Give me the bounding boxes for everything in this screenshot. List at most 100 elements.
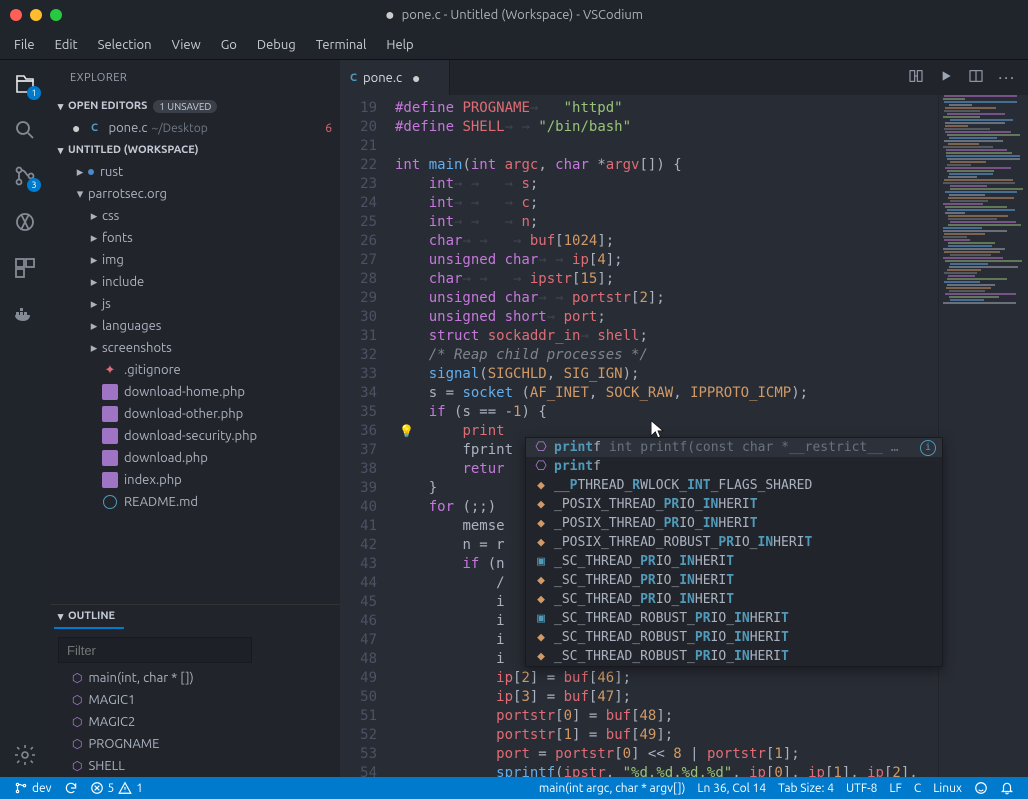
code-line[interactable]: char→ → → ipstr[15]; [395,270,1028,289]
menu-debug[interactable]: Debug [247,34,306,56]
outline-filter-input[interactable] [58,637,252,663]
tree-file--gitignore[interactable]: ✦.gitignore [50,359,340,381]
outline-item[interactable]: ⬡MAGIC2 [50,711,340,733]
code-line[interactable]: int→ → → s; [395,175,1028,194]
status-signature[interactable]: main(int argc, char * argv[]) [533,782,691,795]
suggest-item[interactable]: ◆_POSIX_THREAD_ROBUST_PRIO_INHERIT [526,533,942,552]
status-os[interactable]: Linux [927,782,968,795]
code-line[interactable]: #define PROGNAME→ "httpd" [395,99,1028,118]
suggest-item[interactable]: ⎔printfint printf(const char *__restrict… [526,438,942,457]
code-line[interactable]: port = portstr[0] << 8 | portstr[1]; [395,745,1028,764]
tree-folder-fonts[interactable]: ▸fonts [50,227,340,249]
minimap[interactable] [938,95,1028,777]
code-line[interactable]: #define SHELL→ → "/bin/bash" [395,118,1028,137]
status-indent[interactable]: Tab Size: 4 [772,782,840,795]
tree-folder-rust[interactable]: ▸rust [50,161,340,183]
minimize-window-button[interactable] [30,9,42,21]
status-cursor[interactable]: Ln 36, Col 14 [691,782,772,795]
code-line[interactable]: ip[2] = buf[46]; [395,669,1028,688]
outline-item[interactable]: ⬡SHELL [50,755,340,777]
status-language[interactable]: C [908,782,927,795]
tree-folder-parrotsec-org[interactable]: ▾parrotsec.org [50,183,340,205]
code-line[interactable]: s = socket (AF_INET, SOCK_RAW, IPPROTO_I… [395,384,1028,403]
run-icon[interactable] [938,68,954,87]
suggest-item[interactable]: ◆_POSIX_THREAD_PRIO_INHERIT [526,514,942,533]
close-window-button[interactable] [10,9,22,21]
debug-activity-icon[interactable] [11,208,39,236]
code-line[interactable]: char→ → → buf[1024]; [395,232,1028,251]
menu-selection[interactable]: Selection [88,34,162,56]
suggest-widget[interactable]: ⎔printfint printf(const char *__restrict… [525,437,943,667]
code-line[interactable]: /* Reap child processes */ [395,346,1028,365]
tree-file-download-php[interactable]: download.php [50,447,340,469]
status-encoding[interactable]: UTF-8 [840,782,883,795]
tree-folder-js[interactable]: ▸js [50,293,340,315]
docker-activity-icon[interactable] [11,300,39,328]
suggest-item[interactable]: ◆__PTHREAD_RWLOCK_INT_FLAGS_SHARED [526,476,942,495]
status-sync[interactable] [58,781,84,795]
code-line[interactable]: int main(int argc, char *argv[]) { [395,156,1028,175]
suggest-item[interactable]: ◆_SC_THREAD_PRIO_INHERIT [526,590,942,609]
status-problems[interactable]: 5 1 [84,781,150,795]
code-line[interactable]: ip[3] = buf[47]; [395,688,1028,707]
tree-folder-css[interactable]: ▸css [50,205,340,227]
code-line[interactable]: unsigned short→ port; [395,308,1028,327]
code-content[interactable]: #define PROGNAME→ "httpd"#define SHELL→ … [395,95,1028,777]
outline-header[interactable]: ▾ OUTLINE [50,605,340,627]
outline-item[interactable]: ⬡PROGNAME [50,733,340,755]
open-editor-item[interactable]: ●Cpone.c~/Desktop6 [50,117,340,139]
tree-file-readme-md[interactable]: README.md [50,491,340,513]
workspace-header[interactable]: ▾ UNTITLED (WORKSPACE) [50,139,340,161]
compare-icon[interactable] [908,68,924,87]
suggest-item[interactable]: ◆_SC_THREAD_ROBUST_PRIO_INHERIT [526,628,942,647]
code-line[interactable]: sprintf(ipstr, "%d.%d.%d.%d", ip[0], ip[… [395,764,1028,777]
search-activity-icon[interactable] [11,116,39,144]
menu-view[interactable]: View [162,34,211,56]
status-bell-icon[interactable] [994,781,1020,795]
suggest-item[interactable]: ◆_POSIX_THREAD_PRIO_INHERIT [526,495,942,514]
scm-activity-icon[interactable]: 3 [11,162,39,190]
status-feedback-icon[interactable] [968,781,994,795]
menu-help[interactable]: Help [376,34,423,56]
suggest-item[interactable]: ▣_SC_THREAD_PRIO_INHERIT [526,552,942,571]
tree-folder-screenshots[interactable]: ▸screenshots [50,337,340,359]
tree-file-index-php[interactable]: index.php [50,469,340,491]
tree-file-download-other-php[interactable]: download-other.php [50,403,340,425]
tree-folder-img[interactable]: ▸img [50,249,340,271]
code-line[interactable] [395,137,1028,156]
suggest-item[interactable]: ▣_SC_THREAD_ROBUST_PRIO_INHERIT [526,609,942,628]
code-line[interactable]: struct sockaddr_in→ shell; [395,327,1028,346]
menu-terminal[interactable]: Terminal [306,34,377,56]
code-line[interactable]: portstr[0] = buf[48]; [395,707,1028,726]
maximize-window-button[interactable] [50,9,62,21]
tree-file-download-security-php[interactable]: download-security.php [50,425,340,447]
code-line[interactable]: if (s == -1) { [395,403,1028,422]
suggest-item[interactable]: ◆_SC_THREAD_PRIO_INHERIT [526,571,942,590]
suggest-item[interactable]: ⎔printf [526,457,942,476]
tree-file-download-home-php[interactable]: download-home.php [50,381,340,403]
menu-file[interactable]: File [4,34,45,56]
settings-gear-icon[interactable] [11,741,39,769]
code-line[interactable]: unsigned char→ → ip[4]; [395,251,1028,270]
lightbulb-icon[interactable]: 💡 [399,422,414,441]
menu-go[interactable]: Go [211,34,247,56]
status-eol[interactable]: LF [883,782,907,795]
split-editor-icon[interactable] [968,68,984,87]
extensions-activity-icon[interactable] [11,254,39,282]
explorer-activity-icon[interactable]: 1 [11,70,39,98]
status-branch[interactable]: dev [8,781,58,795]
menu-edit[interactable]: Edit [45,34,88,56]
tree-folder-include[interactable]: ▸include [50,271,340,293]
open-editors-header[interactable]: ▾ OPEN EDITORS 1 UNSAVED [50,95,340,117]
code-line[interactable]: signal(SIGCHLD, SIG_IGN); [395,365,1028,384]
code-line[interactable]: int→ → → c; [395,194,1028,213]
outline-item[interactable]: ⬡MAGIC1 [50,689,340,711]
more-icon[interactable]: ··· [998,69,1016,87]
tree-folder-languages[interactable]: ▸languages [50,315,340,337]
code-line[interactable]: portstr[1] = buf[49]; [395,726,1028,745]
suggest-item[interactable]: ◆_SC_THREAD_ROBUST_PRIO_INHERIT [526,647,942,666]
outline-item[interactable]: ⬡main(int, char * []) [50,667,340,689]
tab-pone-c[interactable]: C pone.c ● [340,60,450,95]
code-line[interactable]: int→ → → n; [395,213,1028,232]
code-line[interactable]: unsigned char→ → portstr[2]; [395,289,1028,308]
